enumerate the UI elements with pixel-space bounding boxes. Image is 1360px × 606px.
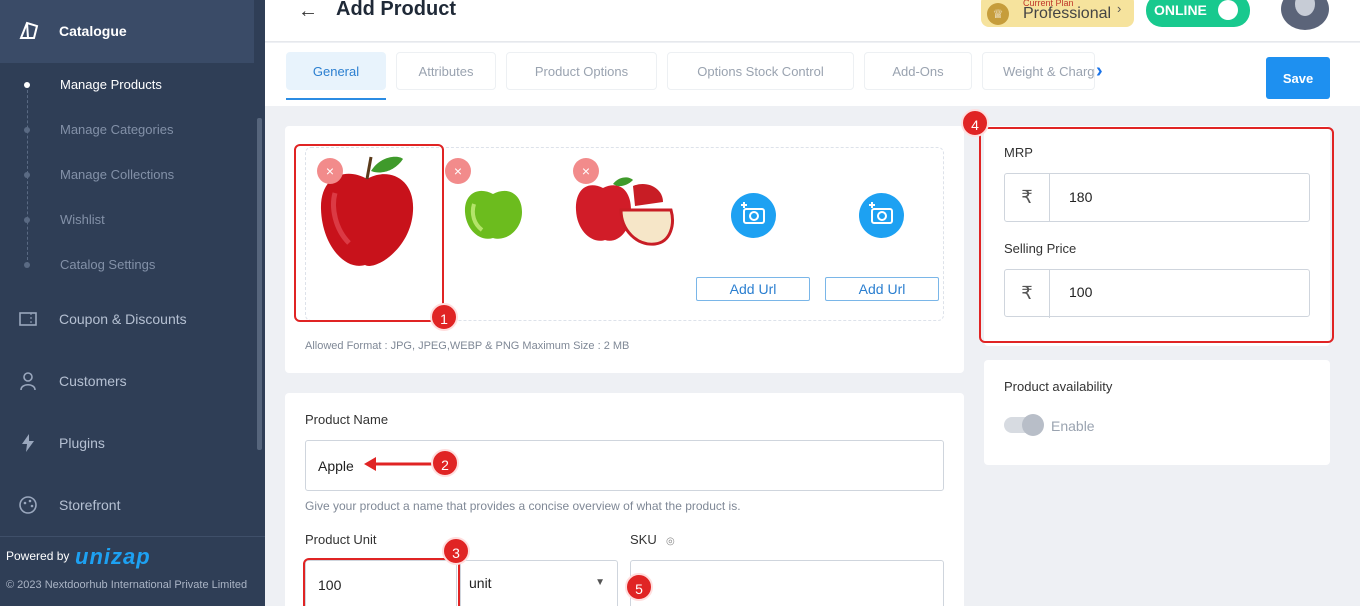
sidebar-item-label: Customers <box>59 373 127 389</box>
availability-card <box>984 360 1330 465</box>
sidebar-item-manage-collections[interactable]: Manage Collections <box>60 167 174 182</box>
save-button[interactable]: Save <box>1266 57 1330 99</box>
submenu-dot <box>24 127 30 133</box>
product-name-hint: Give your product a name that provides a… <box>305 499 741 513</box>
sidebar-item-manage-products[interactable]: Manage Products <box>60 77 162 92</box>
page-title: Add Product <box>336 0 456 20</box>
chevron-right-icon: › <box>1117 1 1122 16</box>
unit-select[interactable]: unit ▼ <box>460 560 618 606</box>
tab-general[interactable]: General <box>286 52 386 90</box>
annotation-badge-4: 4 <box>961 109 989 137</box>
tab-add-ons[interactable]: Add-Ons <box>864 52 972 90</box>
sidebar-item-manage-categories[interactable]: Manage Categories <box>60 122 173 137</box>
sidebar-section-catalogue[interactable]: Catalogue <box>0 0 254 63</box>
annotation-box-1 <box>294 144 444 322</box>
availability-label: Product availability <box>1004 379 1113 394</box>
sidebar-item-label: Storefront <box>59 497 121 513</box>
bolt-icon <box>22 434 34 452</box>
crown-icon: ♕ <box>987 3 1009 25</box>
camera-icon[interactable] <box>859 193 904 238</box>
user-icon <box>20 372 36 391</box>
sidebar-item-customers[interactable]: Customers <box>0 367 254 397</box>
powered-by-label: Powered by <box>6 549 70 563</box>
sku-label: SKU <box>630 532 657 547</box>
product-name-label: Product Name <box>305 412 389 427</box>
tab-options-stock-control[interactable]: Options Stock Control <box>667 52 854 90</box>
chevron-right-icon[interactable]: › <box>1096 60 1103 83</box>
sidebar-divider <box>0 536 265 537</box>
info-icon[interactable]: ◎ <box>666 536 675 547</box>
sidebar-section-label: Catalogue <box>59 23 127 39</box>
tab-attributes[interactable]: Attributes <box>396 52 496 90</box>
sidebar-item-catalog-settings[interactable]: Catalog Settings <box>60 257 155 272</box>
palette-icon <box>19 496 37 514</box>
active-tab-indicator <box>286 98 386 100</box>
sidebar-item-storefront[interactable]: Storefront <box>0 491 254 521</box>
brand-logo: unizap <box>75 544 151 569</box>
tab-weight-charges[interactable]: Weight & Charges <box>982 52 1095 90</box>
ticket-icon <box>19 312 37 326</box>
sidebar-item-label: Coupon & Discounts <box>59 311 187 327</box>
submenu-dot <box>24 82 30 88</box>
plan-name: Professional <box>1023 5 1112 22</box>
sidebar-item-plugins[interactable]: Plugins <box>0 429 254 459</box>
current-plan-badge[interactable]: ♕ Current Plan Professional › <box>981 0 1134 27</box>
back-arrow-icon[interactable]: ← <box>298 0 318 22</box>
remove-image-button[interactable]: × <box>573 158 599 184</box>
annotation-badge-1: 1 <box>430 303 458 331</box>
toggle-knob <box>1218 0 1238 20</box>
availability-toggle[interactable] <box>1004 414 1044 436</box>
unit-select-value: unit <box>469 575 492 591</box>
online-status-label: ONLINE <box>1154 2 1207 18</box>
product-image-apple-slice[interactable] <box>573 176 675 250</box>
annotation-arrow <box>364 457 436 471</box>
submenu-dot <box>24 262 30 268</box>
product-image-green-apple[interactable] <box>460 184 526 242</box>
remove-image-button[interactable]: × <box>445 158 471 184</box>
tab-product-options[interactable]: Product Options <box>506 52 657 90</box>
online-status-toggle[interactable]: ONLINE <box>1146 0 1250 27</box>
product-unit-label: Product Unit <box>305 532 377 547</box>
allowed-format-note: Allowed Format : JPG, JPEG,WEBP & PNG Ma… <box>305 340 630 352</box>
submenu-dot <box>24 217 30 223</box>
copyright-text: © 2023 Nextdoorhub International Private… <box>6 579 248 591</box>
sidebar-item-coupons[interactable]: Coupon & Discounts <box>0 305 254 335</box>
sidebar-scrollbar[interactable] <box>257 118 262 450</box>
availability-toggle-label: Enable <box>1051 418 1095 434</box>
annotation-box-3 <box>303 558 460 606</box>
catalogue-icon <box>19 21 39 39</box>
camera-icon[interactable] <box>731 193 776 238</box>
sidebar-item-label: Plugins <box>59 435 105 451</box>
add-url-button[interactable]: Add Url <box>825 277 939 301</box>
annotation-box-4 <box>979 127 1334 343</box>
dropdown-arrow-icon: ▼ <box>595 577 605 588</box>
sku-input[interactable] <box>630 560 944 606</box>
annotation-badge-2: 2 <box>431 449 459 477</box>
add-url-button[interactable]: Add Url <box>696 277 810 301</box>
annotation-badge-5: 5 <box>625 573 653 601</box>
submenu-dot <box>24 172 30 178</box>
sidebar-item-wishlist[interactable]: Wishlist <box>60 212 105 227</box>
sidebar: Catalogue Manage Products Manage Categor… <box>0 0 265 606</box>
annotation-badge-3: 3 <box>442 537 470 565</box>
